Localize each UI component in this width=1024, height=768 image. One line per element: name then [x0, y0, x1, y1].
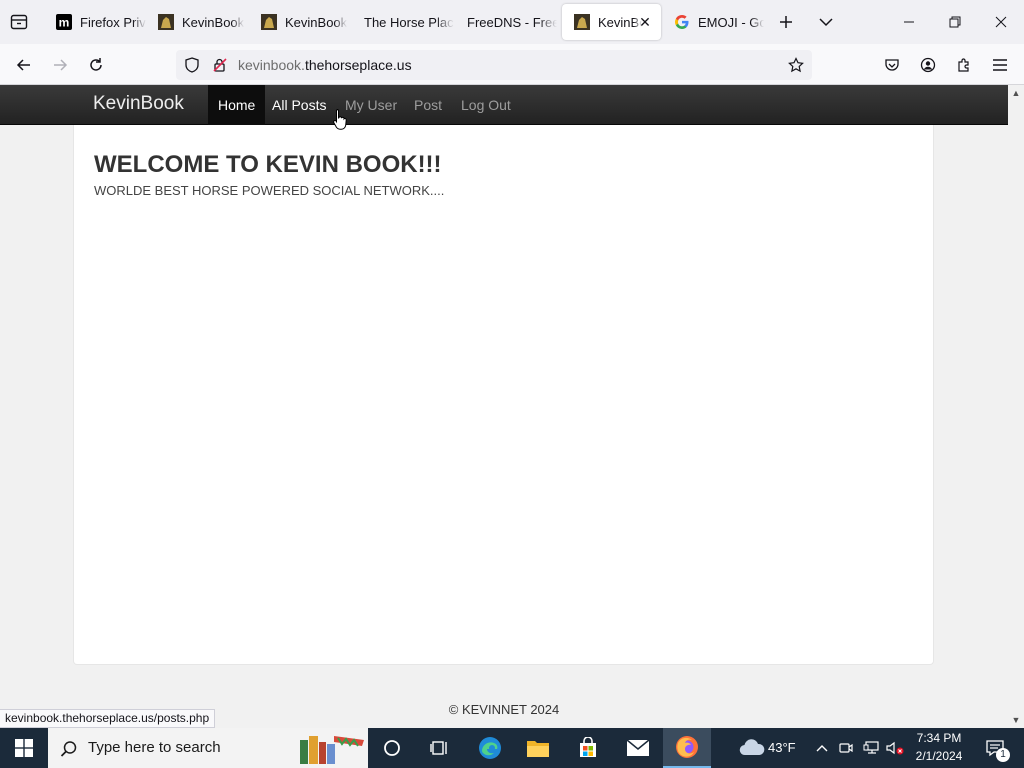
- start-button[interactable]: [0, 728, 48, 768]
- new-tab-button[interactable]: [774, 11, 798, 33]
- clock-time[interactable]: 7:34 PM: [908, 731, 970, 745]
- hand-pointer-cursor-icon: [333, 108, 347, 132]
- welcome-panel: WELCOME TO KEVIN BOOK!!! WORLDE BEST HOR…: [73, 125, 934, 665]
- mail-button[interactable]: [614, 728, 662, 768]
- tracking-protection-shield-icon[interactable]: [184, 57, 200, 78]
- account-icon: [920, 57, 936, 73]
- site-brand[interactable]: KevinBook: [93, 93, 184, 115]
- close-tab-icon[interactable]: ✕: [637, 14, 653, 30]
- weather-temperature[interactable]: 43°F: [768, 740, 796, 755]
- tab-kevinbook-1[interactable]: KevinBook: [146, 4, 248, 40]
- restore-button[interactable]: [932, 0, 978, 44]
- pocket-icon: [885, 59, 899, 71]
- tab-kevinbook-active[interactable]: KevinBo ✕: [562, 4, 661, 40]
- tab-freedns[interactable]: FreeDNS - Free: [455, 4, 557, 40]
- back-button[interactable]: [10, 52, 38, 78]
- firefox-taskbar-button[interactable]: [663, 728, 711, 768]
- link-status-bar: kevinbook.thehorseplace.us/posts.php: [0, 709, 216, 728]
- clock-date[interactable]: 2/1/2024: [908, 749, 970, 763]
- horse-photo-icon: [158, 14, 174, 30]
- forward-arrow-icon: [54, 59, 68, 71]
- insecure-lock-icon[interactable]: [212, 57, 228, 78]
- minimize-icon: [904, 21, 914, 23]
- hamburger-menu-icon: [993, 59, 1007, 71]
- scroll-up-arrow-icon[interactable]: ▲: [1011, 88, 1021, 98]
- restore-icon: [949, 16, 961, 28]
- chevron-down-icon: [819, 18, 833, 27]
- list-all-tabs-button[interactable]: [814, 11, 838, 33]
- tab-the-horse-place[interactable]: The Horse Plac: [352, 4, 454, 40]
- network-monitor-icon: [863, 741, 879, 754]
- edge-browser-icon: [479, 737, 501, 759]
- cortana-circle-icon: [384, 740, 400, 756]
- chevron-up-icon: [816, 745, 828, 752]
- firefox-view-icon: [10, 14, 28, 30]
- page-title: WELCOME TO KEVIN BOOK!!!: [94, 151, 442, 178]
- forward-button[interactable]: [46, 52, 74, 78]
- mail-envelope-icon: [626, 739, 650, 756]
- tab-firefox-privacy[interactable]: m Firefox Priv: [44, 4, 146, 40]
- app-menu-button[interactable]: [986, 52, 1014, 78]
- action-center-button[interactable]: 1: [980, 728, 1010, 768]
- tab-kevinbook-2[interactable]: KevinBook: [249, 4, 351, 40]
- task-view-button[interactable]: [418, 728, 462, 768]
- page-scrollbar[interactable]: ▲ ▼: [1008, 85, 1024, 728]
- windows-logo-icon: [15, 739, 33, 757]
- volume-tray[interactable]: [884, 728, 906, 768]
- show-hidden-icons-button[interactable]: [812, 728, 832, 768]
- account-button[interactable]: [914, 52, 942, 78]
- puzzle-piece-icon: [958, 58, 969, 72]
- address-bar[interactable]: kevinbook.thehorseplace.us: [176, 50, 812, 80]
- close-icon: [995, 16, 1007, 28]
- edge-taskbar-button[interactable]: [468, 728, 512, 768]
- url-text[interactable]: kevinbook.thehorseplace.us: [238, 57, 412, 73]
- tab-emoji-google[interactable]: EMOJI - Go: [662, 4, 764, 40]
- reload-button[interactable]: [82, 52, 110, 78]
- minimize-button[interactable]: [886, 0, 932, 44]
- file-explorer-button[interactable]: [516, 728, 560, 768]
- navigation-toolbar: kevinbook.thehorseplace.us: [0, 44, 1024, 85]
- close-window-button[interactable]: [978, 0, 1024, 44]
- search-highlight-books-icon: [294, 730, 368, 768]
- cloud-icon: [739, 739, 765, 756]
- folder-icon: [527, 741, 549, 757]
- weather-widget[interactable]: [734, 728, 770, 768]
- cortana-button[interactable]: [370, 728, 414, 768]
- mozilla-m-icon: m: [56, 14, 72, 30]
- svg-text:m: m: [59, 16, 70, 30]
- web-page: KevinBook Home All Posts My User Post Lo…: [0, 85, 1008, 728]
- tab-strip: m Firefox Priv KevinBook KevinBook The H…: [0, 0, 1024, 44]
- microsoft-store-button[interactable]: [566, 728, 610, 768]
- task-view-icon: [430, 741, 447, 755]
- extensions-button[interactable]: [950, 52, 978, 78]
- store-bag-icon: [580, 737, 596, 757]
- horse-photo-icon: [574, 14, 590, 30]
- nav-all-posts[interactable]: All Posts: [262, 85, 336, 125]
- network-tray[interactable]: [860, 728, 882, 768]
- scroll-down-arrow-icon[interactable]: ▼: [1011, 715, 1021, 725]
- nav-home[interactable]: Home: [208, 85, 266, 125]
- nav-log-out[interactable]: Log Out: [451, 85, 521, 125]
- plus-icon: [780, 16, 792, 28]
- nav-post[interactable]: Post: [404, 85, 452, 125]
- notification-count-badge: 1: [996, 748, 1010, 762]
- pocket-button[interactable]: [878, 52, 906, 78]
- page-tagline: WORLDE BEST HORSE POWERED SOCIAL NETWORK…: [94, 183, 445, 198]
- taskbar-search-box[interactable]: Type here to search: [48, 728, 368, 768]
- site-navbar: KevinBook Home All Posts My User Post Lo…: [0, 85, 1008, 125]
- camera-icon: [839, 743, 853, 753]
- bookmark-star-icon[interactable]: [788, 57, 804, 78]
- meet-now-tray[interactable]: [836, 728, 856, 768]
- search-placeholder: Type here to search: [88, 739, 221, 756]
- speaker-muted-icon: [886, 741, 904, 755]
- windows-taskbar: Type here to search 43°F 7:34 PM 2/1/202…: [0, 728, 1024, 768]
- reload-icon: [90, 58, 102, 71]
- search-icon: [60, 740, 78, 763]
- horse-photo-icon: [261, 14, 277, 30]
- firefox-view-button[interactable]: [6, 10, 32, 34]
- back-arrow-icon: [16, 59, 30, 71]
- firefox-logo-icon: [676, 736, 698, 758]
- google-icon: [674, 14, 690, 30]
